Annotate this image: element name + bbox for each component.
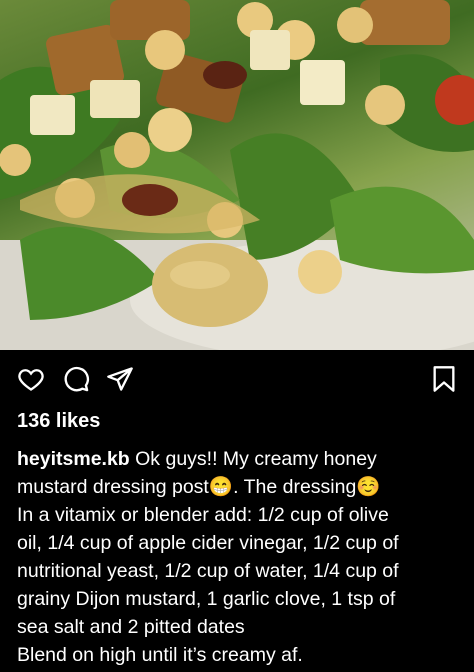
post-caption: heyitsme.kb Ok guys!! My creamy honey mu… — [17, 445, 462, 669]
salad-photo — [0, 0, 474, 350]
post-actions-bar — [0, 350, 474, 408]
caption-line: grainy Dijon mustard, 1 garlic clove, 1 … — [17, 588, 396, 610]
username-link[interactable]: heyitsme.kb — [17, 448, 130, 470]
smile-emoji: ☺️ — [356, 476, 381, 498]
caption-line: sea salt and 2 pitted dates — [17, 616, 245, 638]
caption-line: . The dressing — [233, 476, 357, 498]
post-photo[interactable] — [0, 0, 474, 350]
caption-line: nutritional yeast, 1/2 cup of water, 1/4… — [17, 560, 399, 582]
grin-emoji: 😁 — [208, 476, 234, 498]
bookmark-icon[interactable] — [431, 365, 457, 398]
caption-line: Blend on high until it’s creamy af. — [17, 644, 303, 666]
caption-line: oil, 1/4 cup of apple cider vinegar, 1/2… — [17, 532, 399, 554]
comment-icon[interactable] — [62, 365, 90, 398]
send-icon[interactable] — [106, 365, 134, 398]
caption-line: Ok guys!! My creamy honey — [129, 448, 377, 470]
caption-line: mustard dressing post — [17, 476, 209, 498]
heart-icon[interactable] — [17, 365, 45, 398]
caption-line: In a vitamix or blender add: 1/2 cup of … — [17, 504, 389, 526]
likes-count[interactable]: 136 likes — [17, 410, 100, 433]
